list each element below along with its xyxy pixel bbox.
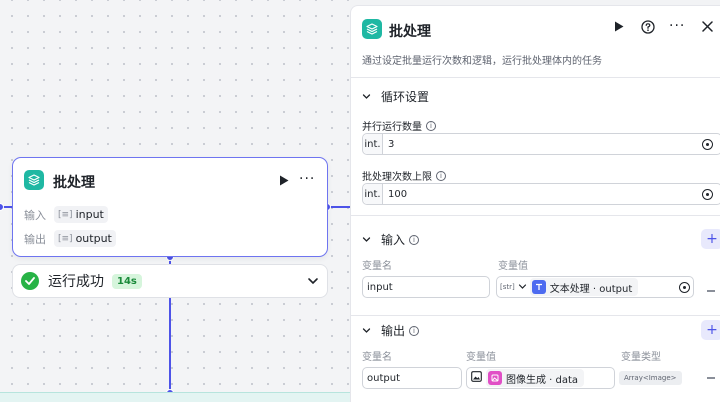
chevron-down-icon[interactable] [362, 324, 371, 338]
info-icon[interactable]: i [426, 120, 436, 131]
node-config-panel: 批处理 ··· 通过设定批量运行次数和逻辑，运行批处理体内的任务 循环设置 并行… [350, 5, 720, 402]
parallel-count-label: 并行运行数量 i [362, 118, 436, 133]
add-input-button[interactable]: + [701, 229, 720, 249]
parallel-count-label-text: 并行运行数量 [362, 122, 422, 133]
output-col-type: 变量类型 [621, 352, 661, 363]
more-options-icon[interactable]: ··· [669, 18, 685, 34]
port-left[interactable] [0, 203, 4, 211]
variable-ref-icon[interactable] [702, 138, 713, 150]
info-icon[interactable]: i [436, 170, 446, 181]
input-section-header[interactable]: 输入 i [362, 231, 420, 248]
chevron-down-icon[interactable] [518, 280, 527, 294]
output-type-tag: Array<Image> [619, 371, 682, 385]
chevron-down-icon[interactable] [362, 233, 371, 247]
run-status-bar[interactable]: 运行成功 14s [12, 264, 328, 298]
edge-down-lower [169, 297, 171, 393]
info-icon[interactable]: i [409, 234, 420, 245]
divider [351, 215, 720, 216]
input-section-title: 输入 [381, 233, 406, 247]
max-batch-label-text: 批处理次数上限 [362, 172, 432, 183]
node-output-row: 输出 [≡] output [24, 230, 116, 247]
batch-layers-icon [24, 170, 44, 190]
chevron-down-icon[interactable] [307, 275, 319, 290]
output-section-title: 输出 [381, 324, 406, 338]
image-type-icon[interactable] [471, 371, 482, 385]
max-batch-label: 批处理次数上限 i [362, 168, 446, 183]
node-input-value: input [75, 208, 104, 221]
batch-layers-icon [362, 19, 382, 39]
parallel-count-input[interactable]: int. 3 [362, 133, 720, 155]
input-var-value-field[interactable]: [str] 文本处理 · output [496, 276, 694, 298]
edge-right [330, 206, 350, 208]
output-col-name: 变量名 [362, 352, 392, 363]
max-batch-value[interactable]: 100 [388, 189, 702, 200]
input-col-name: 变量名 [362, 261, 392, 272]
input-ref-text: 文本处理 · output [549, 283, 633, 295]
divider [351, 315, 720, 316]
output-ref-chip[interactable]: 图像生成 · data [486, 369, 585, 387]
int-prefix: int. [363, 134, 383, 154]
divider [351, 77, 720, 78]
output-var-value-field[interactable]: 图像生成 · data [466, 367, 615, 389]
output-section-header[interactable]: 输出 i [362, 322, 420, 339]
batch-node[interactable]: 批处理 ··· 输入 [≡] input 输出 [≡] output [12, 157, 328, 257]
run-node-icon[interactable] [277, 173, 291, 187]
max-batch-input[interactable]: int. 100 [362, 183, 720, 205]
help-icon[interactable] [641, 20, 655, 34]
output-col-value: 变量值 [466, 352, 496, 363]
input-var-name-field[interactable]: input [362, 276, 490, 298]
node-input-tag: [≡] input [54, 206, 108, 223]
close-icon[interactable] [702, 21, 713, 32]
run-status-text: 运行成功 [48, 274, 104, 290]
chevron-down-icon[interactable] [362, 90, 371, 104]
loop-settings-title: 循环设置 [381, 90, 430, 104]
node-output-value: output [75, 232, 112, 245]
array-icon: [≡] [58, 233, 73, 244]
workflow-canvas[interactable]: 批处理 ··· 输入 [≡] input 输出 [≡] output 运行成功 14… [0, 0, 350, 402]
more-options-icon[interactable]: ··· [299, 172, 315, 186]
run-duration-badge: 14s [112, 273, 142, 289]
variable-ref-icon[interactable] [679, 281, 690, 293]
image-generate-icon [488, 371, 502, 385]
output-var-name-field[interactable]: output [362, 367, 462, 389]
output-ref-text: 图像生成 · data [506, 374, 579, 386]
parallel-count-value[interactable]: 3 [388, 139, 702, 150]
int-prefix: int. [363, 184, 383, 204]
string-type-icon[interactable]: [str] [500, 283, 515, 291]
loop-settings-header[interactable]: 循环设置 [362, 88, 429, 105]
node-input-row: 输入 [≡] input [24, 206, 108, 223]
panel-description: 通过设定批量运行次数和逻辑，运行批处理体内的任务 [362, 56, 602, 67]
input-col-value: 变量值 [498, 261, 528, 272]
panel-title: 批处理 [389, 24, 431, 40]
success-check-icon [21, 272, 39, 290]
info-icon[interactable]: i [409, 325, 420, 336]
add-output-button[interactable]: + [701, 320, 720, 340]
remove-input-icon[interactable] [707, 290, 715, 292]
text-process-icon [531, 280, 546, 294]
node-input-label: 输入 [24, 208, 46, 222]
run-node-icon[interactable] [614, 21, 624, 32]
node-title: 批处理 [53, 175, 95, 191]
lower-node-edge [0, 392, 350, 402]
array-icon: [≡] [58, 209, 73, 220]
node-output-tag: [≡] output [54, 230, 116, 247]
input-ref-chip[interactable]: 文本处理 · output [529, 278, 639, 296]
variable-ref-icon[interactable] [702, 188, 713, 200]
remove-output-icon[interactable] [707, 377, 715, 379]
node-output-label: 输出 [24, 232, 46, 246]
